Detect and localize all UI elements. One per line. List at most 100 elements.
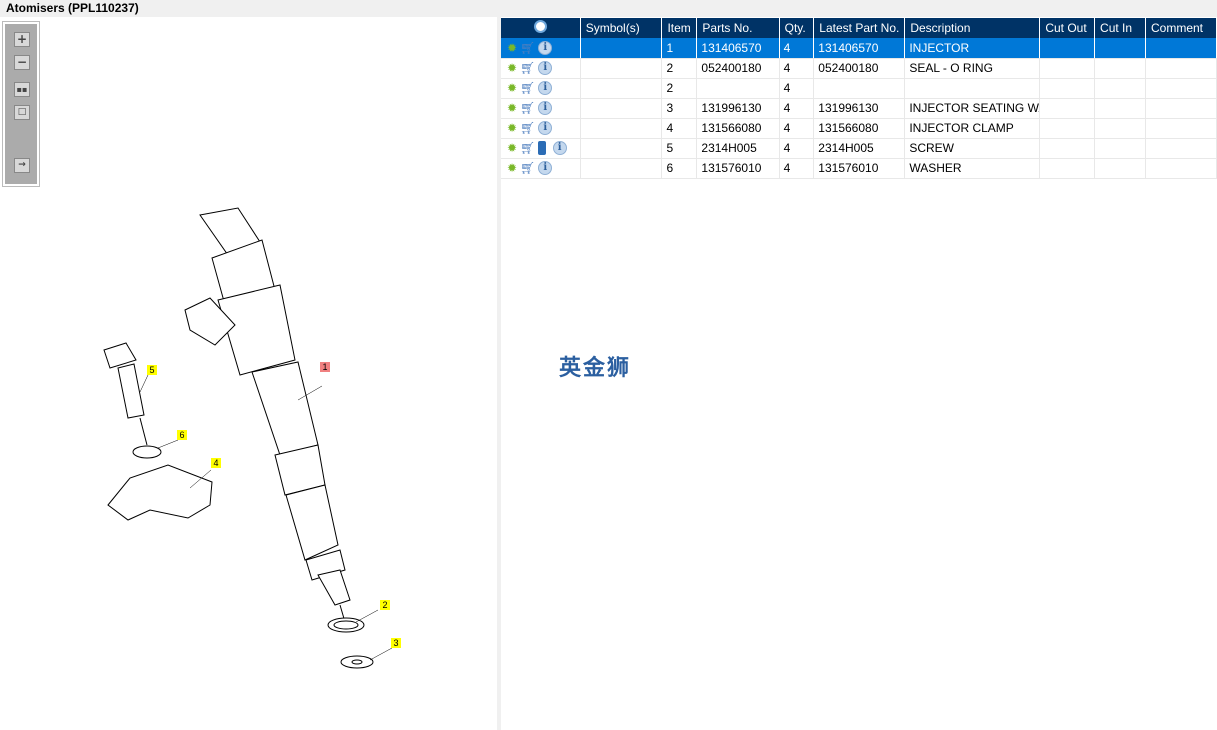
description-cell: SCREW (904, 138, 1041, 159)
diagram-panel[interactable]: + − ▪▪ □ → 1 2 3 4 5 6 (0, 17, 497, 730)
latest-part-no-cell (813, 78, 906, 99)
parts-table: Symbol(s) Item Parts No. Qty. Latest Part No… (501, 18, 1217, 179)
row-icons: ✹ 🛒︎ i (501, 58, 581, 79)
info-icon[interactable]: i (538, 41, 553, 56)
callout-4[interactable]: 4 (211, 458, 221, 468)
latest-part-no-cell: 052400180 (813, 58, 906, 79)
cart-icon[interactable]: 🛒︎ (520, 61, 535, 75)
callout-6[interactable]: 6 (177, 430, 187, 440)
comment-cell (1145, 138, 1217, 159)
callout-1[interactable]: 1 (320, 362, 330, 372)
cart-icon[interactable]: 🛒︎ (520, 101, 535, 115)
cut-out-cell (1039, 98, 1096, 119)
info-icon[interactable]: i (538, 101, 553, 116)
item-cell: 3 (661, 98, 698, 119)
window-title: Atomisers (PPL110237) (0, 0, 1217, 17)
column-header-parts-no[interactable]: Parts No. (696, 18, 780, 38)
info-icon[interactable]: i (538, 61, 553, 76)
cut-out-cell (1039, 78, 1096, 99)
info-icon[interactable]: i (552, 141, 567, 156)
gear-icon[interactable]: ✹ (507, 61, 517, 75)
cart-icon[interactable]: 🛒︎ (520, 41, 535, 55)
gear-icon[interactable]: ✹ (507, 121, 517, 135)
parts-no-cell: 131566080 (696, 118, 780, 139)
table-row[interactable]: ✹ 🛒︎ i 1 131406570 4 131406570 INJECTOR (501, 38, 1217, 59)
column-header-cut-out[interactable]: Cut Out (1039, 18, 1096, 38)
latest-part-no-cell: 131576010 (813, 158, 906, 179)
table-row[interactable]: ✹ 🛒︎ i 4 131566080 4 131566080 INJECTOR CL… (501, 118, 1217, 139)
table-row[interactable]: ✹ 🛒︎ i 2 4 (501, 78, 1217, 99)
cut-in-cell (1094, 138, 1146, 159)
qty-cell: 4 (779, 158, 815, 179)
column-header-description[interactable]: Description (904, 18, 1041, 38)
cut-out-cell (1039, 38, 1096, 59)
info-icon[interactable]: i (538, 121, 553, 136)
row-icons: ✹ 🛒︎ i (501, 98, 581, 119)
cut-out-cell (1039, 138, 1096, 159)
comment-cell (1145, 38, 1217, 59)
latest-part-no-cell: 131996130 (813, 98, 906, 119)
description-cell (904, 78, 1041, 99)
row-icons: ✹ 🛒︎ i (501, 138, 581, 159)
callout-2[interactable]: 2 (380, 600, 390, 610)
comment-cell (1145, 98, 1217, 119)
cart-icon[interactable]: 🛒︎ (520, 161, 535, 175)
gear-icon[interactable]: ✹ (507, 81, 517, 95)
cart-icon[interactable]: 🛒︎ (520, 81, 535, 95)
row-icons: ✹ 🛒︎ i (501, 158, 581, 179)
watermark: 英金狮 (559, 356, 632, 381)
qty-cell: 4 (779, 138, 815, 159)
info-icon[interactable]: i (538, 81, 553, 96)
book-icon[interactable] (538, 141, 547, 156)
callout-3[interactable]: 3 (391, 638, 401, 648)
qty-cell: 4 (779, 58, 815, 79)
item-cell: 6 (661, 158, 698, 179)
symbols-cell (580, 138, 663, 159)
item-cell: 4 (661, 118, 698, 139)
column-header-item[interactable]: Item (661, 18, 698, 38)
table-row[interactable]: ✹ 🛒︎ i 2 052400180 4 052400180 SEAL - O RI… (501, 58, 1217, 79)
qty-cell: 4 (779, 118, 815, 139)
item-cell: 2 (661, 78, 698, 99)
comment-cell (1145, 78, 1217, 99)
info-icon[interactable]: i (538, 161, 553, 176)
column-header-comment[interactable]: Comment (1145, 18, 1217, 38)
cut-in-cell (1094, 78, 1146, 99)
parts-no-cell: 131576010 (696, 158, 780, 179)
table-row[interactable]: ✹ 🛒︎ i 5 2314H005 4 2314H005 SCREW (501, 138, 1217, 159)
parts-no-cell: 052400180 (696, 58, 780, 79)
parts-no-cell: 2314H005 (696, 138, 780, 159)
symbols-cell (580, 78, 663, 99)
comment-cell (1145, 158, 1217, 179)
search-parts-icon[interactable] (533, 20, 547, 33)
column-header-latest-part-no[interactable]: Latest Part No. (813, 18, 906, 38)
gear-icon[interactable]: ✹ (507, 161, 517, 175)
callout-5[interactable]: 5 (147, 365, 157, 375)
table-row[interactable]: ✹ 🛒︎ i 6 131576010 4 131576010 WASHER (501, 158, 1217, 179)
parts-no-cell: 131406570 (696, 38, 780, 59)
latest-part-no-cell: 131566080 (813, 118, 906, 139)
cart-icon[interactable]: 🛒︎ (520, 121, 535, 135)
description-cell: SEAL - O RING (904, 58, 1041, 79)
symbols-cell (580, 38, 663, 59)
cart-icon[interactable]: 🛒︎ (520, 141, 535, 155)
column-header-symbols[interactable]: Symbol(s) (580, 18, 663, 38)
qty-cell: 4 (779, 38, 815, 59)
gear-icon[interactable]: ✹ (507, 101, 517, 115)
cut-in-cell (1094, 98, 1146, 119)
description-cell: INJECTOR SEATING WASH (904, 98, 1041, 119)
cut-in-cell (1094, 58, 1146, 79)
qty-cell: 4 (779, 98, 815, 119)
gear-icon[interactable]: ✹ (507, 41, 517, 55)
column-header-cut-in[interactable]: Cut In (1094, 18, 1146, 38)
column-header-qty[interactable]: Qty. (779, 18, 815, 38)
table-row[interactable]: ✹ 🛒︎ i 3 131996130 4 131996130 INJECTOR SE… (501, 98, 1217, 119)
cut-out-cell (1039, 118, 1096, 139)
symbols-cell (580, 58, 663, 79)
cut-in-cell (1094, 38, 1146, 59)
gear-icon[interactable]: ✹ (507, 141, 517, 155)
latest-part-no-cell: 2314H005 (813, 138, 906, 159)
qty-cell: 4 (779, 78, 815, 99)
column-header-icons[interactable] (501, 18, 581, 38)
cut-in-cell (1094, 158, 1146, 179)
